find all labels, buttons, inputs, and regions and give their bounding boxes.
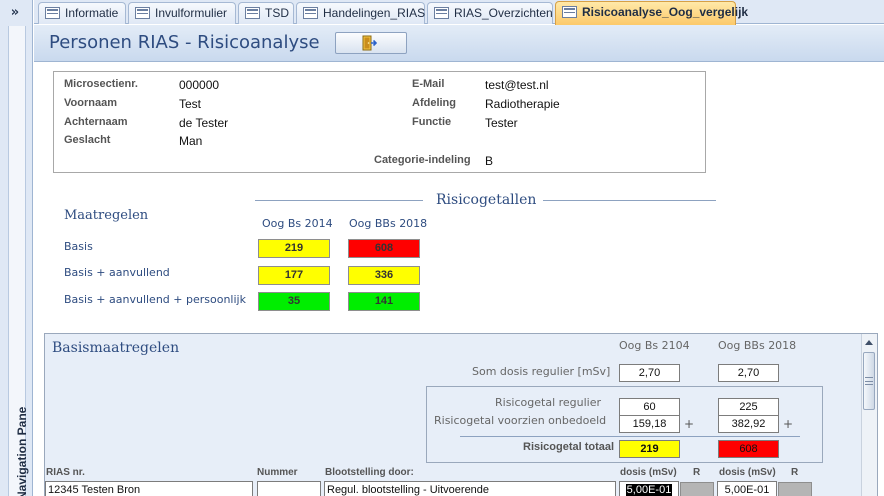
- afdeling-value[interactable]: Radiotherapie: [485, 97, 560, 111]
- afdeling-label: Afdeling: [412, 97, 456, 109]
- risk-cell[interactable]: 35: [258, 292, 330, 311]
- functie-value[interactable]: Tester: [485, 116, 518, 130]
- categorie-value[interactable]: B: [485, 154, 493, 168]
- form-icon: [45, 7, 60, 19]
- achternaam-label: Achternaam: [64, 116, 128, 128]
- email-label: E-Mail: [412, 78, 445, 90]
- risk-cell[interactable]: 141: [348, 292, 420, 311]
- plus-sign: +: [684, 417, 695, 431]
- r-header: R: [693, 467, 701, 478]
- risicogetal-totaal-field[interactable]: 608: [718, 440, 779, 458]
- blootstelling-header: Blootstelling door:: [325, 467, 414, 478]
- tab-rias-overzichten[interactable]: RIAS_Overzichten: [427, 2, 553, 24]
- divider: [543, 200, 716, 201]
- voornaam-label: Voornaam: [64, 97, 117, 109]
- navigation-pane-label[interactable]: Navigation Pane: [15, 407, 29, 496]
- microsectie-label: Microsectienr.: [64, 78, 138, 90]
- nummer-field[interactable]: [257, 481, 321, 496]
- sub-column-oog-bs-2104: Oog Bs 2104: [619, 339, 690, 352]
- row-label-basis: Basis: [64, 240, 93, 253]
- risicogetal-totaal-field[interactable]: 219: [619, 440, 680, 458]
- column-oog-bs-2014: Oog Bs 2014: [262, 217, 333, 230]
- risicogetal-regulier-label: Risicogetal regulier: [495, 396, 602, 409]
- achternaam-value[interactable]: de Tester: [179, 116, 228, 130]
- tab-informatie[interactable]: Informatie: [38, 2, 126, 24]
- categorie-label: Categorie-indeling: [374, 154, 471, 166]
- dosis-field[interactable]: 5,00E-01: [717, 481, 777, 496]
- form-icon: [135, 7, 150, 19]
- nummer-header: Nummer: [257, 467, 298, 478]
- nav-expand-button[interactable]: »: [4, 4, 26, 22]
- sum-line: [460, 436, 800, 437]
- risicogetal-onbedoeld-label: Risicogetal voorzien onbedoeld: [434, 414, 607, 427]
- tab-tsd[interactable]: TSD: [238, 2, 294, 24]
- rias-nr-field[interactable]: 12345 Testen Bron: [45, 481, 253, 496]
- risicogetal-onbedoeld-field[interactable]: 159,18: [619, 415, 680, 433]
- risk-cell[interactable]: 608: [348, 239, 420, 258]
- geslacht-value[interactable]: Man: [179, 134, 202, 148]
- scroll-up-arrow-icon[interactable]: [862, 336, 876, 350]
- geslacht-label: Geslacht: [64, 134, 111, 146]
- sub-column-oog-bbs-2018: Oog BBs 2018: [718, 339, 797, 352]
- voornaam-value[interactable]: Test: [179, 97, 201, 111]
- microsectie-value[interactable]: 000000: [179, 78, 219, 92]
- r-header: R: [791, 467, 799, 478]
- som-dosis-field[interactable]: 2,70: [619, 364, 680, 382]
- maatregelen-heading: Maatregelen: [64, 208, 149, 223]
- column-oog-bbs-2018: Oog BBs 2018: [349, 217, 428, 230]
- dosis-header: dosis (mSv): [719, 467, 776, 478]
- exit-door-icon: [362, 35, 377, 51]
- functie-label: Functie: [412, 116, 452, 128]
- row-label-basis-aanvullend-persoonlijk: Basis + aanvullend + persoonlijk: [64, 293, 246, 306]
- risicogetal-regulier-field[interactable]: 225: [718, 398, 779, 416]
- tab-invulformulier[interactable]: Invulformulier: [128, 2, 236, 24]
- form-icon: [303, 7, 318, 19]
- dosis-selected-text: 5,00E-01: [625, 484, 673, 496]
- blootstelling-field[interactable]: Regul. blootstelling - Uitvoerende: [324, 481, 616, 496]
- form-icon: [245, 7, 260, 19]
- form-icon: [434, 7, 449, 19]
- risicogetallen-heading: Risicogetallen: [436, 192, 537, 208]
- scrollbar-grip-icon: [865, 377, 873, 385]
- dosis-field[interactable]: 5,00E-01: [619, 481, 679, 496]
- risk-cell[interactable]: 336: [348, 266, 420, 285]
- document-tab-bar: Informatie Invulformulier TSD Handelinge…: [34, 0, 884, 25]
- page-title: Personen RIAS - Risicoanalyse: [49, 32, 320, 53]
- rias-nr-header: RIAS nr.: [46, 467, 85, 478]
- risk-cell[interactable]: 219: [258, 239, 330, 258]
- basismaatregelen-heading: Basismaatregelen: [52, 340, 180, 356]
- form-icon: [562, 6, 577, 18]
- plus-sign: +: [783, 417, 794, 431]
- tab-handelingen-rias[interactable]: Handelingen_RIAS: [296, 2, 425, 24]
- risicogetal-onbedoeld-field[interactable]: 382,92: [718, 415, 779, 433]
- r-field[interactable]: [680, 482, 714, 496]
- r-field[interactable]: [778, 482, 812, 496]
- row-label-basis-aanvullend: Basis + aanvullend: [64, 266, 170, 279]
- divider: [255, 200, 423, 201]
- som-dosis-label: Som dosis regulier [mSv]: [472, 365, 611, 378]
- tab-risicoanalyse-oog-vergelijk[interactable]: Risicoanalyse_Oog_vergelijk: [555, 1, 748, 25]
- risicogetal-totaal-label: Risicogetal totaal: [523, 441, 615, 453]
- email-value[interactable]: test@test.nl: [485, 78, 549, 92]
- risk-cell[interactable]: 177: [258, 266, 330, 285]
- risicogetal-regulier-field[interactable]: 60: [619, 398, 680, 416]
- som-dosis-field[interactable]: 2,70: [718, 364, 779, 382]
- dosis-header: dosis (mSv): [620, 467, 677, 478]
